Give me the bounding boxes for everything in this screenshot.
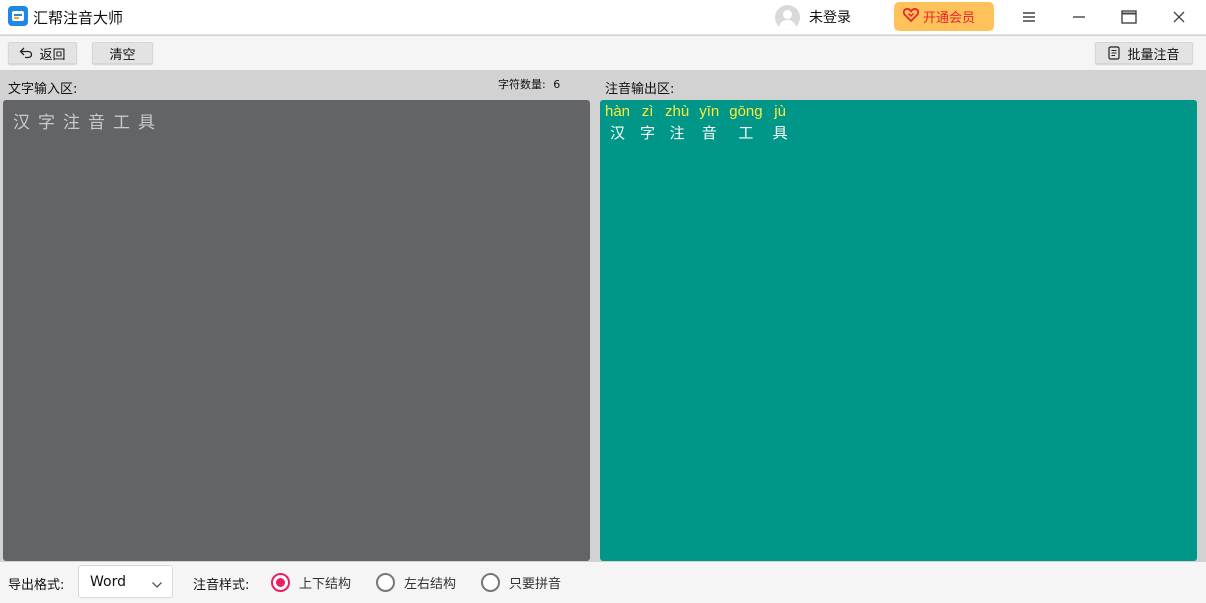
pinyin: jù bbox=[774, 103, 786, 120]
export-format-label: 导出格式: bbox=[8, 578, 65, 593]
annotation-style-label: 注音样式: bbox=[193, 578, 250, 593]
ruby-item: zhù 注 bbox=[665, 103, 689, 145]
avatar-icon bbox=[775, 4, 800, 30]
vip-label: 开通会员 bbox=[923, 11, 976, 26]
back-arrow-icon bbox=[19, 47, 33, 59]
batch-annotate-label: 批量注音 bbox=[1127, 47, 1180, 63]
style-radio-pinyin-only[interactable]: 只要拼音 bbox=[481, 571, 561, 593]
pinyin: zì bbox=[641, 103, 654, 120]
radio-label: 左右结构 bbox=[404, 576, 457, 592]
ruby-item: jù 具 bbox=[773, 103, 788, 145]
style-radio-vertical[interactable]: 上下结构 bbox=[271, 571, 351, 593]
radio-unchecked-icon bbox=[481, 572, 500, 592]
clear-button-label: 清空 bbox=[109, 47, 136, 63]
pinyin: zhù bbox=[665, 103, 690, 120]
document-icon bbox=[1108, 46, 1121, 60]
app-title: 汇帮注音大师 bbox=[33, 9, 124, 27]
toolbar: 返回 清空 批量注音 bbox=[0, 36, 1206, 70]
back-button[interactable]: 返回 bbox=[8, 42, 77, 64]
hanzi: 汉 bbox=[610, 124, 626, 142]
radio-label: 只要拼音 bbox=[509, 576, 562, 592]
hanzi: 具 bbox=[772, 124, 788, 142]
ruby-item: zì 字 bbox=[640, 103, 655, 145]
hanzi: 字 bbox=[640, 124, 656, 142]
back-button-label: 返回 bbox=[39, 47, 66, 63]
output-section-label: 注音输出区: bbox=[605, 82, 675, 97]
annotation-output-area: hàn 汉 zì 字 zhù 注 yīn 音 gōng 工 jù 具 bbox=[600, 100, 1197, 561]
hanzi: 音 bbox=[701, 124, 717, 142]
pinyin: yīn bbox=[699, 103, 720, 120]
export-format-value: Word bbox=[90, 573, 126, 590]
radio-unchecked-icon bbox=[376, 572, 395, 592]
char-count-value: 6 bbox=[553, 78, 561, 91]
hanzi: 注 bbox=[669, 124, 685, 142]
input-section-label: 文字输入区: bbox=[8, 82, 78, 97]
menu-icon[interactable] bbox=[1016, 4, 1042, 30]
hanzi: 工 bbox=[738, 124, 754, 142]
batch-annotate-button[interactable]: 批量注音 bbox=[1095, 42, 1193, 64]
title-bar: 汇帮注音大师 未登录 开通会员 bbox=[0, 0, 1206, 35]
maximize-icon[interactable] bbox=[1116, 4, 1142, 30]
text-input-area[interactable]: 汉字注音工具 bbox=[3, 100, 590, 561]
radio-label: 上下结构 bbox=[299, 576, 352, 592]
heart-icon bbox=[902, 7, 920, 26]
pinyin: hàn bbox=[605, 103, 631, 120]
ruby-row: hàn 汉 zì 字 zhù 注 yīn 音 gōng 工 jù 具 bbox=[605, 103, 798, 145]
chevron-down-icon bbox=[151, 577, 163, 593]
ruby-item: yīn 音 bbox=[699, 103, 719, 145]
vip-button[interactable]: 开通会员 bbox=[894, 2, 994, 31]
pinyin: gōng bbox=[729, 103, 763, 120]
user-name: 未登录 bbox=[809, 10, 851, 26]
style-radio-horizontal[interactable]: 左右结构 bbox=[376, 571, 456, 593]
user-login-button[interactable]: 未登录 bbox=[775, 3, 851, 31]
input-text: 汉字注音工具 bbox=[13, 113, 163, 133]
radio-checked-icon bbox=[271, 572, 290, 592]
app-logo-icon bbox=[8, 6, 28, 26]
minimize-icon[interactable] bbox=[1066, 4, 1092, 30]
export-format-select[interactable]: Word bbox=[78, 565, 173, 598]
char-count-label: 字符数量: bbox=[498, 78, 546, 91]
clear-button[interactable]: 清空 bbox=[92, 42, 153, 64]
close-icon[interactable] bbox=[1166, 4, 1192, 30]
ruby-item: gōng 工 bbox=[729, 103, 762, 145]
char-count: 字符数量: 6 bbox=[498, 76, 560, 92]
bottom-bar: 导出格式: Word 注音样式: 上下结构 左右结构 只要拼音 bbox=[0, 562, 1206, 603]
ruby-item: hàn 汉 bbox=[605, 103, 630, 145]
